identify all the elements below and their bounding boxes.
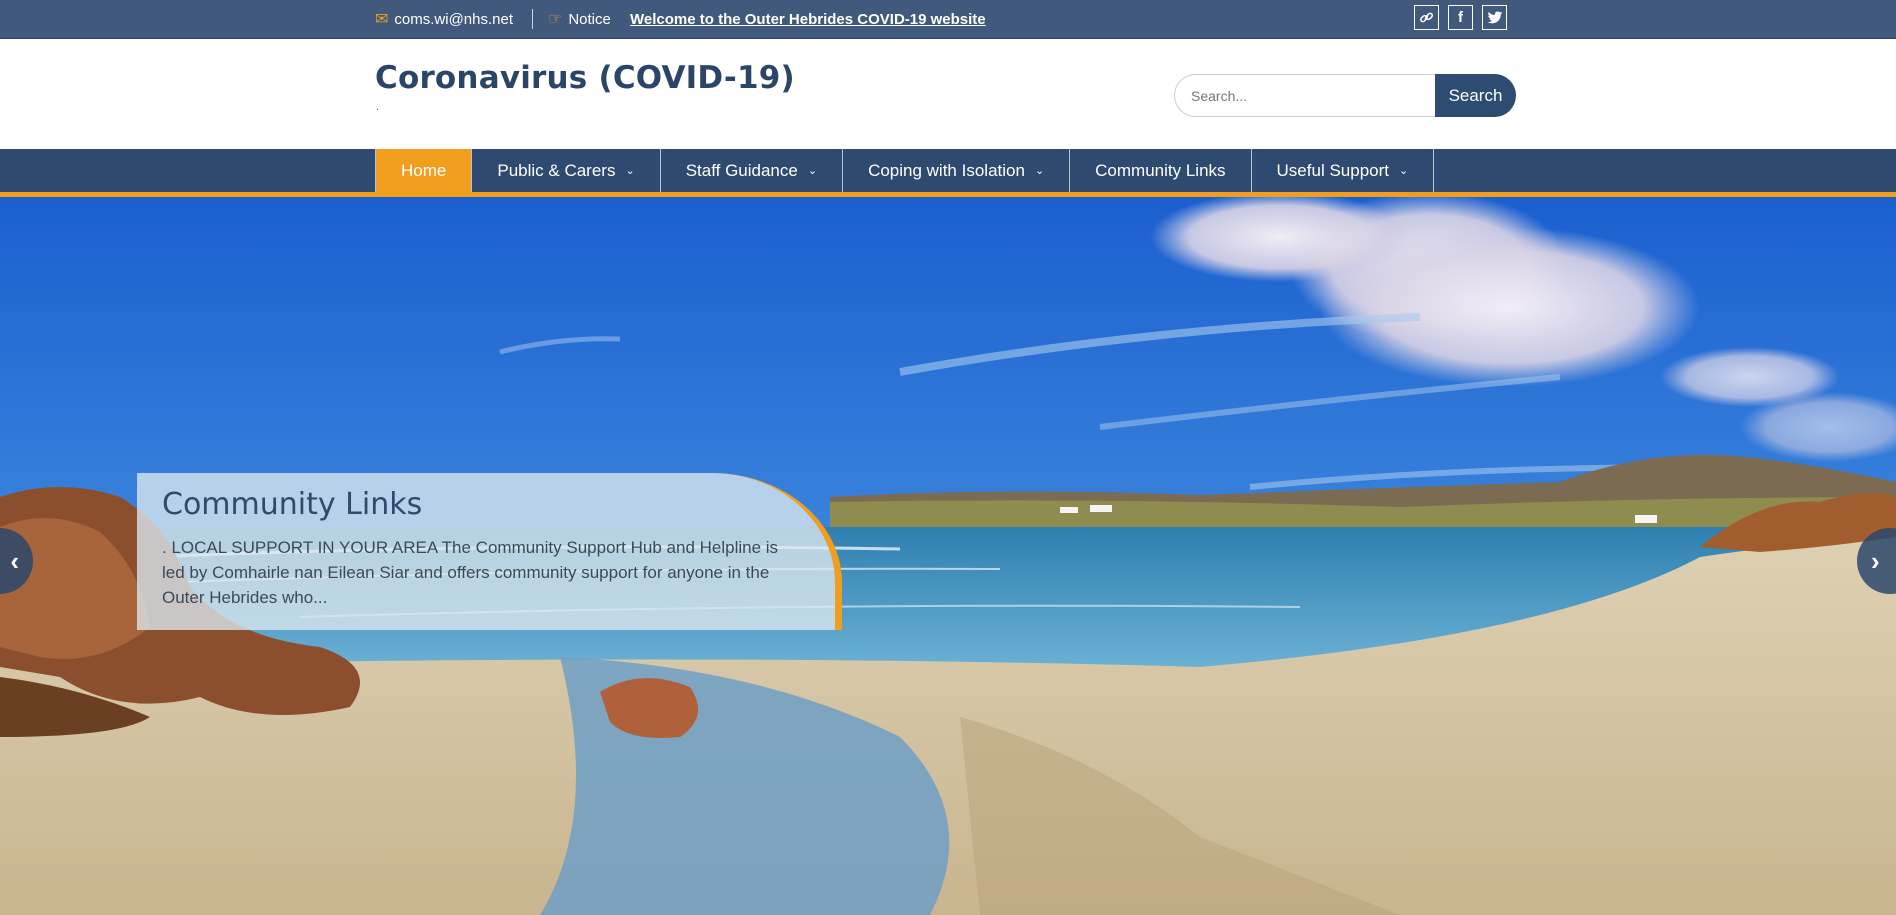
chevron-down-icon: ⌄ [1398,165,1409,177]
nav-item-public-carers[interactable]: Public & Carers ⌄ [472,149,661,192]
site-description: . [376,101,380,113]
link-icon[interactable] [1414,5,1439,30]
top-bar: ✉ coms.wi@nhs.net ☞ Notice Welcome to th… [0,0,1896,39]
chevron-left-icon: ‹ [10,545,19,576]
email-contact[interactable]: ✉ coms.wi@nhs.net [375,0,513,38]
slide-title[interactable]: Community Links [162,487,422,522]
chevron-right-icon: › [1871,545,1880,576]
email-text: coms.wi@nhs.net [394,10,514,28]
nav-item-label: Public & Carers [497,160,616,180]
nav-menu: Home Public & Carers ⌄ Staff Guidance ⌄ … [375,149,1435,192]
notice-label: ☞ Notice [548,0,611,38]
search-input[interactable] [1174,74,1436,117]
nav-item-label: Home [401,160,447,180]
envelope-icon: ✉ [375,11,389,28]
divider [532,9,533,29]
nav-item-useful-support[interactable]: Useful Support ⌄ [1252,149,1435,192]
slide-excerpt: . LOCAL SUPPORT IN YOUR AREA The Communi… [162,538,779,607]
hero-slider: ‹ › Community Links . LOCAL SUPPORT IN Y… [0,197,1896,915]
nav-item-label: Coping with Isolation [868,160,1025,180]
hand-pointer-icon: ☞ [548,11,563,28]
nav-item-community-links[interactable]: Community Links [1070,149,1252,192]
facebook-icon[interactable]: f [1448,5,1473,30]
search-button[interactable]: Search [1435,74,1516,117]
nav-item-home[interactable]: Home [376,149,473,192]
nav-item-label: Useful Support [1276,160,1389,180]
welcome-link[interactable]: Welcome to the Outer Hebrides COVID-19 w… [630,0,986,38]
main-navigation: Home Public & Carers ⌄ Staff Guidance ⌄ … [0,149,1896,197]
chevron-down-icon: ⌄ [807,165,818,177]
chevron-down-icon: ⌄ [625,165,635,177]
site-title[interactable]: Coronavirus (COVID-19) [375,60,795,96]
notice-text: Notice [568,10,611,28]
nav-item-label: Community Links [1095,160,1226,180]
twitter-icon[interactable] [1482,5,1507,30]
nav-item-label: Staff Guidance [685,160,798,180]
nav-item-coping-with-isolation[interactable]: Coping with Isolation ⌄ [843,149,1071,192]
slide-caption: Community Links . LOCAL SUPPORT IN YOUR … [137,473,842,630]
chevron-down-icon: ⌄ [1034,165,1045,177]
nav-item-staff-guidance[interactable]: Staff Guidance ⌄ [661,149,844,192]
search-form: Search [1174,74,1516,117]
